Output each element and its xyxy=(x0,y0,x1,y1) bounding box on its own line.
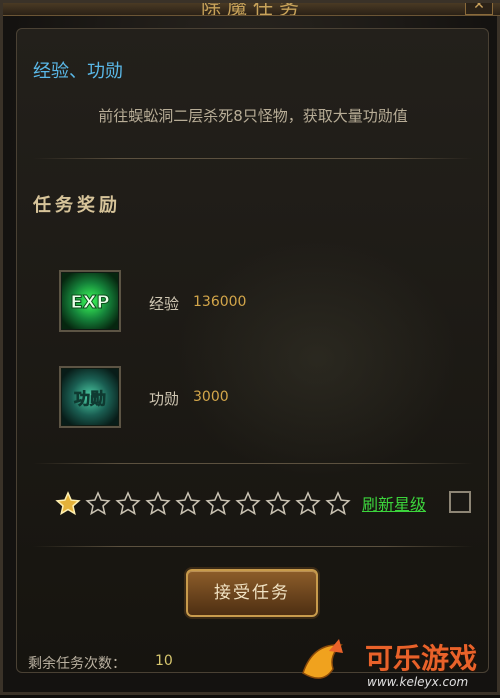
mission-description: 前往蜈蚣洞二层杀死8只怪物，获取大量功勋值 xyxy=(98,107,408,125)
close-icon: ✕ xyxy=(473,3,485,13)
refresh-checkbox[interactable] xyxy=(449,491,471,513)
remaining-count-value: 10 xyxy=(155,653,173,669)
star-empty-icon xyxy=(113,489,143,519)
mission-window: 除魔任务 ✕ 经验、功勋 前往蜈蚣洞二层杀死8只怪物，获取大量功勋值 任务奖励 … xyxy=(0,0,500,695)
close-button[interactable]: ✕ xyxy=(465,3,493,15)
reward-value-exp: 136000 xyxy=(193,294,247,310)
star-empty-icon xyxy=(143,489,173,519)
reward-label-merit: 功勋 xyxy=(149,390,180,408)
merit-icon[interactable]: 功勋 xyxy=(59,366,121,428)
star-empty-icon xyxy=(173,489,203,519)
remaining-count-label: 剩余任务次数： xyxy=(28,656,126,672)
site-watermark: 可乐游戏 www.keleyx.com xyxy=(293,633,500,698)
mission-title: 经验、功勋 xyxy=(33,61,123,82)
watermark-logo-icon xyxy=(302,639,343,679)
window-title: 除魔任务 xyxy=(201,3,305,16)
exp-icon-text: EXP xyxy=(70,292,109,313)
reward-value-merit: 3000 xyxy=(193,389,229,405)
star-empty-icon xyxy=(233,489,263,519)
refresh-star-link[interactable]: 刷新星级 xyxy=(362,491,426,515)
accept-mission-button[interactable]: 接受任务 xyxy=(186,569,318,617)
star-empty-icon xyxy=(83,489,113,519)
star-filled-icon xyxy=(53,489,83,519)
divider xyxy=(33,546,473,547)
star-empty-icon xyxy=(263,489,293,519)
divider xyxy=(33,463,473,464)
star-rating xyxy=(53,487,353,521)
star-empty-icon xyxy=(323,489,353,519)
watermark-text: 可乐游戏 xyxy=(365,642,478,675)
reward-label-exp: 经验 xyxy=(149,295,180,313)
exp-icon[interactable]: EXP xyxy=(59,270,121,332)
divider xyxy=(33,158,473,159)
title-bar: 除魔任务 ✕ xyxy=(3,3,500,16)
watermark-url: www.keleyx.com xyxy=(367,675,469,689)
star-empty-icon xyxy=(293,489,323,519)
reward-heading: 任务奖励 xyxy=(33,195,121,216)
star-empty-icon xyxy=(203,489,233,519)
merit-icon-text: 功勋 xyxy=(74,389,106,408)
